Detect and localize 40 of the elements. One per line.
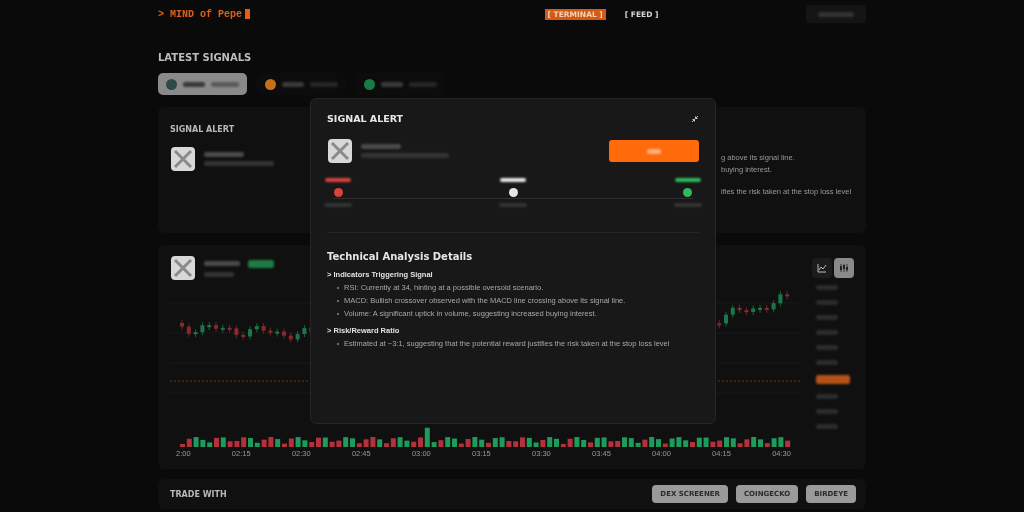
blurred-label (183, 81, 205, 87)
blurred-label (325, 178, 352, 182)
blurred-label (816, 360, 838, 365)
blurred-label (211, 81, 239, 87)
blurred-label (816, 424, 838, 429)
section-title: LATEST SIGNALS (158, 52, 253, 63)
card-title: SIGNAL ALERT (170, 125, 235, 134)
modal-title: SIGNAL ALERT (327, 113, 404, 124)
blurred-label (204, 152, 244, 157)
blurred-label (816, 330, 838, 335)
blurred-label (310, 81, 338, 87)
blurred-label (818, 11, 854, 17)
blurred-label (204, 261, 240, 266)
card-title: TRADE WITH (170, 489, 227, 499)
blurred-label (816, 409, 838, 414)
app-logo[interactable]: > MIND of Pepe (158, 8, 250, 20)
collapse-icon[interactable] (691, 114, 699, 123)
blurred-label (816, 300, 838, 305)
blurred-label (500, 178, 526, 182)
blurred-label (816, 315, 838, 320)
price-tag (816, 375, 850, 384)
candlestick-icon[interactable] (834, 258, 854, 278)
blurred-label (381, 81, 403, 87)
blurred-label (409, 81, 437, 87)
signal-filter-chip[interactable] (158, 73, 247, 95)
token-avatar-icon (170, 146, 196, 172)
token-avatar-icon (327, 138, 353, 164)
section-heading: Technical Analysis Details (327, 251, 474, 262)
blurred-label (816, 345, 838, 350)
blurred-label (674, 178, 701, 182)
blurred-label (204, 161, 274, 166)
blurred-label (361, 144, 401, 149)
status-badge (248, 259, 274, 268)
blurred-label (282, 81, 304, 87)
blurred-label (647, 148, 661, 154)
blurred-label (204, 271, 234, 277)
token-avatar-icon (170, 255, 196, 281)
blurred-label (816, 285, 838, 290)
blurred-label (816, 394, 838, 399)
line-chart-icon[interactable] (812, 258, 832, 278)
